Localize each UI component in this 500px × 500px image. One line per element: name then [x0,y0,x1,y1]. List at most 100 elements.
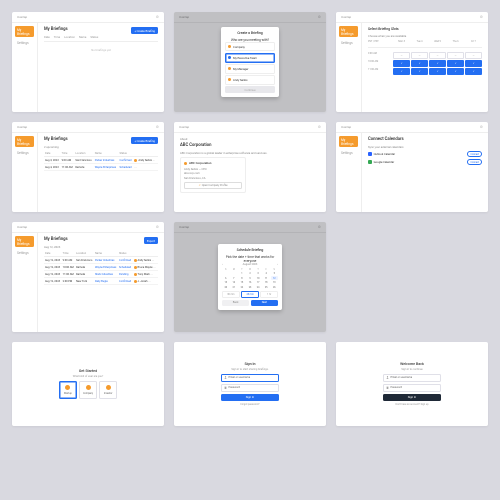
back-button[interactable]: Back [222,300,249,305]
slot[interactable]: — [411,52,428,59]
external-link-icon: ↗ [199,184,201,187]
table-row[interactable]: Aug 12, 20239:00 AMSan FranciscoParker I… [44,257,158,264]
option-manager[interactable]: My Manager [225,64,275,74]
connect-button[interactable]: Connect [467,151,482,157]
lock-icon [224,386,227,389]
signup-link[interactable]: Don't have an account? Sign up [383,403,441,406]
more-icon[interactable]: ⋯ [152,259,155,262]
next-button[interactable]: Next [251,300,278,305]
next-month-icon[interactable]: › [277,263,278,266]
more-icon[interactable]: ⋯ [153,159,156,162]
company-name: ABC Corporation [180,143,320,148]
option-exec-team[interactable]: My Executive Team [225,53,275,63]
slot-selected[interactable]: ✓ [429,68,446,75]
export-button[interactable]: Export [144,237,158,244]
screen-schedule-modal: Overlap ⚙ Schedule Briefing Pick the dat… [174,222,326,332]
modal-backdrop[interactable]: Schedule Briefing Pick the date + time t… [174,222,326,332]
gear-icon[interactable]: ⚙ [480,125,483,129]
password-field[interactable]: Password [383,384,441,392]
option-company[interactable]: Company [79,381,97,399]
screen-select-slots: Overlap ⚙ My Briefings Settings Select B… [336,12,488,112]
google-icon [368,160,372,164]
screen-create-briefing: Overlap ⚙ Create a Briefing Who are you … [174,12,326,112]
more-icon[interactable]: ⋯ [150,273,153,276]
duration-option-selected[interactable]: 45 min [241,291,259,298]
screen-get-started: Get Started What kind of user are you? S… [12,342,164,426]
create-briefing-modal: Create a Briefing Who are you meeting wi… [221,27,279,97]
table-row[interactable]: Aug 12, 20232:00 PMNew YorkDaily BugleCo… [44,278,158,285]
calendar-nav: ‹ August 2023 › [222,263,278,266]
slot-selected[interactable]: ✓ [411,60,428,67]
table-row[interactable]: Aug 12, 202311:00 AMRemoteStark Industri… [44,271,158,278]
slot[interactable]: — [429,52,446,59]
slot-grid: PST / EST Mon 3 Tue 4 Wed 5 Thu 6 Fri 7 … [368,40,482,75]
open-profile-button[interactable]: ↗Open Company Profile [184,182,242,189]
duration-picker: 30 min 45 min 1 hr [222,291,278,298]
gear-icon[interactable]: ⚙ [156,225,159,229]
table-row[interactable]: Aug 3, 20239:00 AM San FranciscoParker I… [44,157,158,164]
table-row[interactable]: Aug 12, 202310:00 AMRemoteWayne Enterpri… [44,264,158,271]
calendar-row-outlook: Outlook Calendar Connect [368,151,482,157]
duration-option[interactable]: 1 hr [260,291,278,298]
password-field[interactable]: Password [221,384,279,392]
slot-selected[interactable]: ✓ [429,60,446,67]
option-company[interactable]: Company [225,42,275,52]
slot-selected[interactable]: ✓ [393,60,410,67]
modal-backdrop[interactable]: Create a Briefing Who are you meeting wi… [174,12,326,112]
sidebar-item-settings[interactable]: Settings [15,39,34,46]
screen-connect-calendars: Overlap ⚙ My Briefings Settings Connect … [336,122,488,212]
option-person[interactable]: Andy Serkis [225,75,275,85]
gear-icon[interactable]: ⚙ [480,15,483,19]
gear-icon[interactable]: ⚙ [318,125,321,129]
briefings-table: DateTime LocationName Status Aug 3, 2023… [44,151,158,171]
slot-selected[interactable]: ✓ [411,68,428,75]
calendar-row-google: Google Calendar Connect [368,159,482,165]
slot-selected[interactable]: ✓ [447,60,464,67]
continue-button[interactable]: Continue [225,86,275,93]
screen-briefings-day: Overlap ⚙ My Briefings Settings My Brief… [12,222,164,332]
empty-state: No briefings yet [44,41,158,52]
page-title: Select Briefing Slots [368,27,482,31]
selected-day[interactable]: 12 [271,276,278,280]
slot-selected[interactable]: ✓ [465,60,482,67]
sign-in-button[interactable]: Sign In [383,394,441,402]
person-icon [224,376,227,379]
create-briefing-button[interactable]: + Create Briefing [131,27,158,34]
more-icon[interactable]: ⋯ [134,166,137,169]
connect-button[interactable]: Connect [467,159,482,165]
slot[interactable]: — [447,52,464,59]
schedule-modal: Schedule Briefing Pick the date + time t… [218,244,282,309]
option-investor[interactable]: Investor [99,381,117,399]
more-icon[interactable]: ⋯ [148,280,151,283]
startup-icon [65,385,70,390]
gear-icon[interactable]: ⚙ [156,125,159,129]
option-startup[interactable]: Startup [59,381,77,399]
person-icon [386,376,389,379]
table-row[interactable]: Aug 4, 202311:00 AM RemoteWayne Enterpri… [44,164,158,171]
sidebar-item-briefings[interactable]: My Briefings [15,26,34,37]
gear-icon[interactable]: ⚙ [156,15,159,19]
prev-month-icon[interactable]: ‹ [222,263,223,266]
create-briefing-button[interactable]: + Create Briefing [131,137,158,144]
sign-in-button[interactable]: Sign In [221,394,279,402]
slot-selected[interactable]: ✓ [465,68,482,75]
screen-briefings-empty: Overlap ⚙ My Briefings Settings My Brief… [12,12,164,112]
slot-selected[interactable]: ✓ [447,68,464,75]
duration-option[interactable]: 30 min [222,291,240,298]
screen-sign-in-dark: Welcome Back Sign in to continue Email o… [336,342,488,426]
screen-sign-in-light: Sign In Sign in to start sharing briefin… [174,342,326,426]
more-icon[interactable]: ⋯ [153,266,156,269]
brand: Overlap [17,15,27,19]
slot[interactable]: — [393,52,410,59]
modal-title: Create a Briefing [225,31,275,35]
calendar-grid: SMTWTFS 12345 6789101112 13141516171819 … [222,268,278,289]
company-icon [86,385,91,390]
username-field[interactable]: Email or username [383,374,441,382]
screen-briefings-list: Overlap ⚙ My Briefings Settings My Brief… [12,122,164,212]
forgot-password-link[interactable]: Forgot password? [221,403,279,406]
company-info-card: ABC Corporation Andy Serkis — CEO abccor… [180,157,246,193]
username-field[interactable]: Email or username [221,374,279,382]
avatar [134,159,137,162]
slot[interactable]: — [465,52,482,59]
slot-selected[interactable]: ✓ [393,68,410,75]
